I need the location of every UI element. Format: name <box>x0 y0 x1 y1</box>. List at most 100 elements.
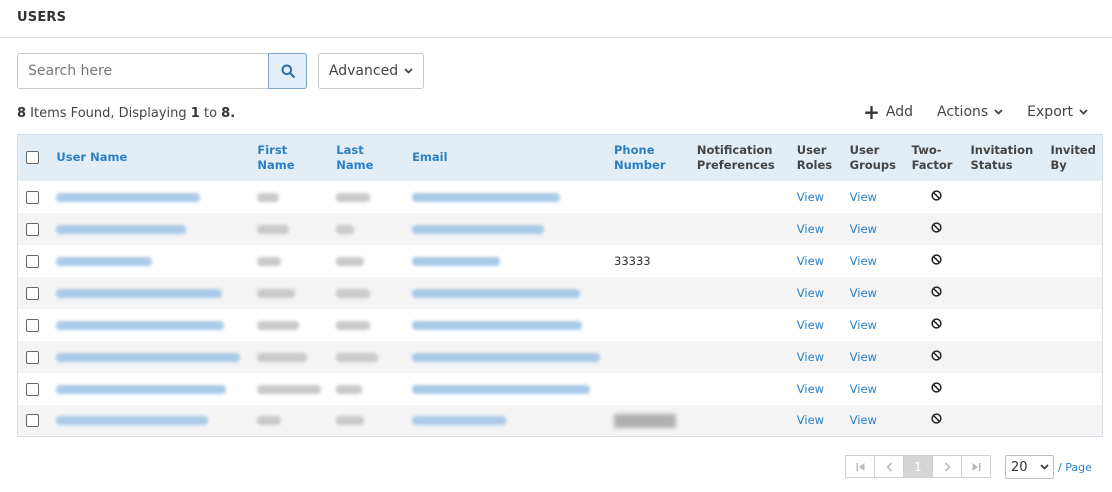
user-name-cell[interactable] <box>52 212 254 245</box>
email-cell[interactable] <box>408 309 610 341</box>
email-redacted[interactable] <box>412 288 581 298</box>
user-name-redacted[interactable] <box>56 224 187 234</box>
col-email[interactable]: Email <box>408 134 610 181</box>
view-roles-link[interactable]: View <box>797 190 824 204</box>
user-name-redacted[interactable] <box>56 320 225 330</box>
row-checkbox[interactable] <box>26 382 39 396</box>
email-cell[interactable] <box>408 181 610 213</box>
last-name-cell <box>332 404 409 437</box>
invited-by-cell <box>1046 340 1103 373</box>
view-groups-link[interactable]: View <box>850 350 877 364</box>
export-dropdown[interactable]: Export <box>1027 104 1088 120</box>
user-name-redacted[interactable] <box>56 288 223 298</box>
col-user-name[interactable]: User Name <box>52 134 254 181</box>
email-redacted[interactable] <box>412 224 545 234</box>
view-roles-link[interactable]: View <box>797 350 824 364</box>
two-factor-cell <box>908 373 967 405</box>
user-name-redacted[interactable] <box>56 256 153 266</box>
view-roles-link[interactable]: View <box>797 222 824 236</box>
page-button-current[interactable]: 1 <box>903 455 933 478</box>
view-groups-link[interactable]: View <box>850 190 877 204</box>
view-roles-link[interactable]: View <box>797 254 824 268</box>
prev-page-button[interactable] <box>874 455 904 478</box>
user-name-cell[interactable] <box>52 373 253 405</box>
view-roles-link[interactable]: View <box>797 318 824 332</box>
row-checkbox[interactable] <box>26 286 39 300</box>
row-checkbox[interactable] <box>26 414 39 428</box>
email-redacted[interactable] <box>412 384 591 394</box>
first-page-icon <box>856 462 864 471</box>
email-redacted[interactable] <box>412 352 601 362</box>
row-checkbox[interactable] <box>26 190 39 204</box>
col-notif-label-1: Notification <box>696 142 773 157</box>
next-page-button[interactable] <box>932 455 962 478</box>
select-all-checkbox[interactable] <box>26 151 39 165</box>
user-name-redacted[interactable] <box>56 384 227 394</box>
user-groups-cell: View <box>846 245 908 277</box>
export-label: Export <box>1027 104 1073 120</box>
pagination: 1 <box>845 455 991 478</box>
col-invitation-label-2: Status <box>970 157 1013 172</box>
user-name-redacted[interactable] <box>56 192 201 202</box>
last-name-cell <box>332 340 409 373</box>
email-cell[interactable] <box>408 340 610 373</box>
col-notif-label-2: Preferences <box>696 157 775 172</box>
col-first-name[interactable]: First Name <box>253 134 333 181</box>
row-select-cell <box>18 245 53 277</box>
view-groups-link[interactable]: View <box>850 382 877 396</box>
email-cell[interactable] <box>408 212 610 245</box>
chevron-right-icon <box>944 461 951 472</box>
email-redacted[interactable] <box>412 320 583 330</box>
view-roles-link[interactable]: View <box>797 382 824 396</box>
view-groups-link[interactable]: View <box>850 222 877 236</box>
col-two-factor: Two- Factor <box>907 134 967 181</box>
row-checkbox[interactable] <box>26 350 39 364</box>
row-checkbox[interactable] <box>26 254 39 268</box>
ban-icon <box>930 413 942 424</box>
email-redacted[interactable] <box>412 192 561 202</box>
email-cell[interactable] <box>408 404 610 437</box>
notification-preferences-cell <box>693 309 793 341</box>
first-page-button[interactable] <box>845 455 875 478</box>
last-page-button[interactable] <box>961 455 991 478</box>
row-checkbox[interactable] <box>26 318 39 332</box>
view-groups-link[interactable]: View <box>850 413 877 427</box>
user-name-cell[interactable] <box>52 340 254 373</box>
user-groups-cell: View <box>845 276 908 309</box>
user-name-cell[interactable] <box>52 245 253 277</box>
view-roles-link[interactable]: View <box>797 413 824 427</box>
row-checkbox[interactable] <box>26 222 39 236</box>
actions-dropdown[interactable]: Actions <box>937 104 1003 120</box>
view-groups-link[interactable]: View <box>850 318 877 332</box>
user-name-cell[interactable] <box>52 181 253 213</box>
email-redacted[interactable] <box>412 416 507 426</box>
email-cell[interactable] <box>408 373 610 405</box>
page-title: USERS <box>0 0 1112 38</box>
advanced-search-button[interactable]: Advanced <box>318 53 424 89</box>
search-input[interactable] <box>17 53 268 89</box>
invitation-status-cell <box>966 212 1047 245</box>
add-button[interactable]: + Add <box>863 102 913 122</box>
user-roles-cell: View <box>793 245 846 277</box>
col-email-label: Email <box>412 150 448 165</box>
user-name-redacted[interactable] <box>56 352 241 362</box>
email-cell[interactable] <box>408 276 610 309</box>
view-groups-link[interactable]: View <box>850 286 877 300</box>
table-header-row: User Name First Name Last Name Email Pho… <box>17 134 1103 181</box>
user-name-redacted[interactable] <box>56 416 209 426</box>
user-roles-cell: View <box>792 276 846 309</box>
user-name-cell[interactable] <box>52 309 253 341</box>
col-phone-number[interactable]: Phone Number <box>610 134 693 181</box>
email-cell[interactable] <box>408 245 610 277</box>
search-button[interactable] <box>268 53 307 89</box>
col-last-name[interactable]: Last Name <box>332 134 409 181</box>
first-name-redacted <box>257 256 282 266</box>
display-from: 1 <box>190 106 200 121</box>
email-redacted[interactable] <box>412 256 501 266</box>
per-page-select[interactable]: 20 <box>1005 455 1054 479</box>
per-page-control: 20 / Page <box>1005 455 1092 479</box>
view-roles-link[interactable]: View <box>797 286 824 300</box>
user-name-cell[interactable] <box>52 404 254 437</box>
user-name-cell[interactable] <box>52 276 254 309</box>
view-groups-link[interactable]: View <box>850 254 877 268</box>
